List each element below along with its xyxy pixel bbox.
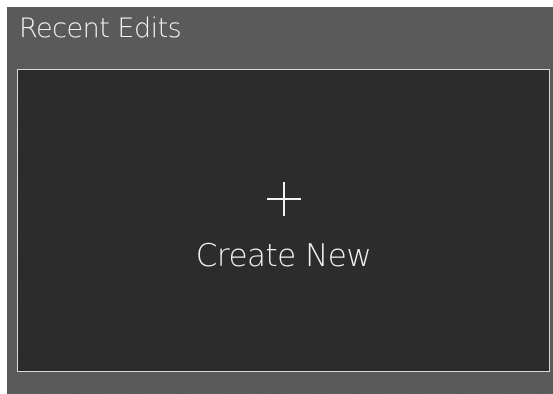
create-new-button[interactable]: Create New: [17, 69, 550, 372]
plus-icon-vertical-bar: [282, 182, 285, 216]
panel-title: Recent Edits: [19, 13, 182, 44]
plus-icon: [266, 182, 301, 216]
recent-edits-panel: Recent Edits Create New: [7, 7, 553, 394]
create-new-label: Create New: [195, 238, 372, 274]
